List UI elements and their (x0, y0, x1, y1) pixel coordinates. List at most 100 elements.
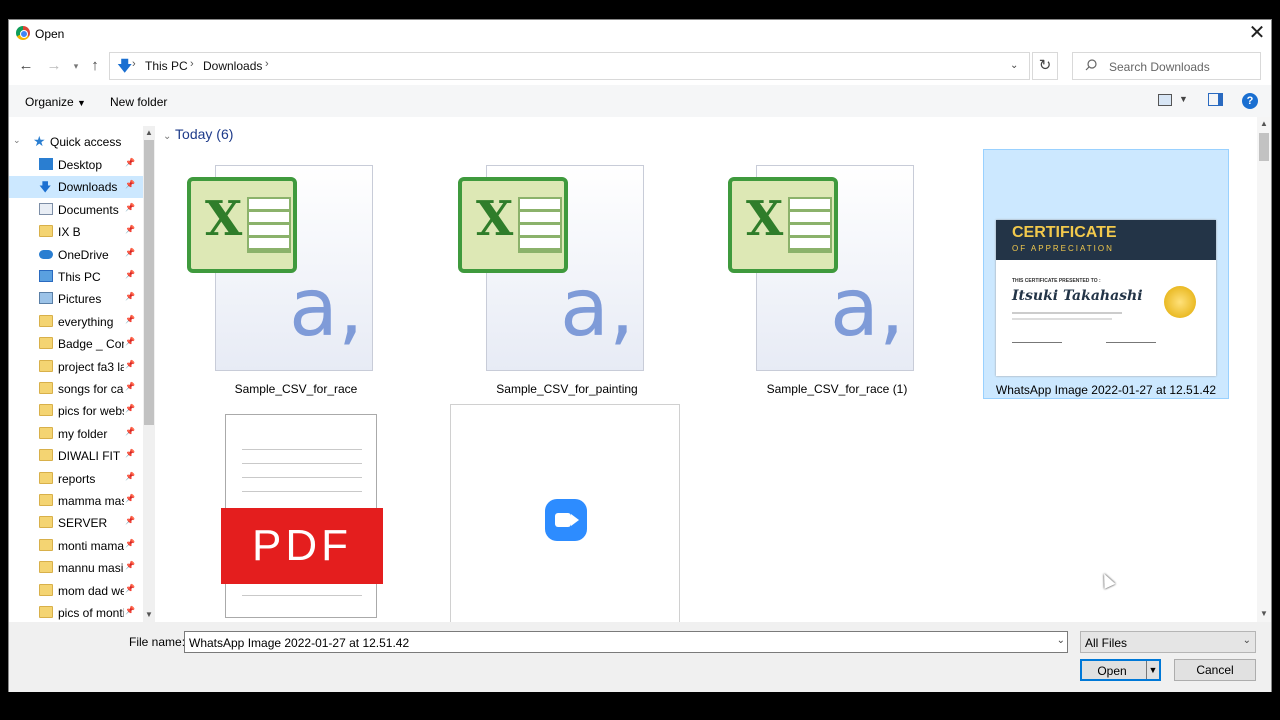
sidebar-item-label: everything (58, 314, 114, 329)
sidebar-item[interactable]: mamma mas 📌 (9, 490, 143, 512)
chevron-down-icon[interactable]: ⌄ (1057, 635, 1065, 646)
sidebar-item[interactable]: everything 📌 (9, 311, 143, 333)
computer-icon (39, 270, 53, 282)
sidebar-item[interactable]: IX B 📌 (9, 221, 143, 243)
open-button[interactable]: Open ▼ (1080, 659, 1161, 681)
chevron-down-icon[interactable]: ⌄ (1243, 635, 1251, 646)
file-name: WhatsApp Image 2022-01-27 at 12.51.42 (995, 383, 1217, 397)
sidebar-item[interactable]: Badge _ Com📌 (9, 333, 143, 355)
zoom-icon (545, 499, 587, 541)
pin-icon: 📌 (125, 359, 135, 369)
sidebar-item[interactable]: monti mama 📌 (9, 535, 143, 557)
sidebar-item-label: mom dad we (58, 583, 124, 598)
sidebar-item[interactable]: 🡇 Downloads 📌 (9, 176, 143, 199)
file-name-label: File name: (129, 635, 186, 649)
sidebar-item[interactable]: mannu masi 📌 (9, 557, 143, 579)
view-chevron-down-icon[interactable]: ▼ (1179, 94, 1188, 104)
file-type-select[interactable]: All Files ⌄ (1080, 631, 1256, 653)
sidebar-item-label: my folder (58, 426, 108, 441)
breadcrumb-downloads[interactable]: Downloads (203, 59, 262, 73)
pin-icon: 📌 (125, 606, 135, 615)
sidebar-item[interactable]: pics for webs 📌 (9, 400, 143, 422)
address-dropdown-chevron-icon[interactable]: ⌄ (1010, 60, 1018, 71)
scroll-up-icon[interactable]: ▲ (145, 128, 153, 137)
file-name-bar: File name: WhatsApp Image 2022-01-27 at … (9, 622, 1271, 692)
scroll-down-icon[interactable]: ▼ (145, 610, 153, 619)
file-name: Sample_CSV_for_race (1) (766, 382, 908, 396)
file-tile-pdf[interactable]: PDF (173, 402, 419, 652)
sidebar-item[interactable]: pics of monti 📌 (9, 602, 143, 622)
recent-locations-chevron-icon[interactable]: ▾ (67, 57, 85, 75)
divider (1012, 318, 1112, 320)
file-tile-csv[interactable]: X a, Sample_CSV_for_race (173, 149, 419, 399)
address-bar[interactable]: 🡇 › This PC › Downloads › ⌄ (109, 52, 1030, 80)
sidebar-item[interactable]: project fa3 lal 📌 (9, 356, 143, 378)
sidebar-scroll-thumb[interactable] (144, 140, 154, 425)
pictures-icon (39, 292, 53, 305)
breadcrumb-this-pc[interactable]: This PC (145, 59, 188, 73)
preview-pane-icon[interactable] (1208, 93, 1223, 106)
sidebar-item[interactable]: Pictures 📌 (9, 288, 143, 310)
refresh-button[interactable]: ↻ (1032, 52, 1058, 80)
sidebar-item[interactable]: mom dad we 📌 (9, 580, 143, 602)
sidebar-item[interactable]: SERVER 📌 (9, 512, 143, 534)
command-toolbar: Organize ▼ New folder ▼ ? (9, 85, 1271, 117)
sidebar-item-label: Downloads (58, 180, 118, 195)
sidebar-item-label: mannu masi (58, 561, 124, 576)
documents-icon (39, 202, 53, 215)
certificate-presented-text: THIS CERTIFICATE PRESENTED TO : (1012, 278, 1101, 284)
sidebar-item[interactable]: Desktop 📌 (9, 154, 143, 176)
file-tile-csv[interactable]: X a, Sample_CSV_for_painting (444, 149, 690, 399)
file-name-input[interactable]: WhatsApp Image 2022-01-27 at 12.51.42 ⌄ (184, 631, 1068, 653)
sidebar-item[interactable]: This PC 📌 (9, 266, 143, 288)
search-icon (1085, 59, 1097, 71)
sidebar-item[interactable]: reports 📌 (9, 468, 143, 490)
folder-icon (39, 314, 53, 327)
star-icon: ★ (33, 133, 46, 149)
cloud-icon (39, 249, 53, 259)
back-arrow-icon[interactable]: ← (17, 57, 35, 75)
chevron-down-icon[interactable]: ⌄ (13, 135, 21, 146)
pin-icon: 📌 (125, 449, 135, 459)
search-placeholder: Search Downloads (1109, 60, 1210, 74)
csv-glyph-icon: a, (560, 261, 635, 354)
main-scroll-thumb[interactable] (1259, 133, 1269, 161)
sidebar-item[interactable]: songs for car 📌 (9, 378, 143, 400)
folder-icon (39, 225, 53, 238)
help-icon[interactable]: ? (1242, 93, 1258, 109)
excel-icon: X (458, 177, 568, 273)
folder-icon (39, 426, 53, 439)
file-tile-zoom[interactable] (450, 404, 680, 624)
main-scrollbar[interactable]: ▲ ▼ (1257, 117, 1271, 622)
forward-arrow-icon[interactable]: → (45, 57, 63, 75)
scroll-up-icon[interactable]: ▲ (1260, 119, 1268, 128)
folder-icon (39, 359, 53, 372)
open-split-chevron-icon[interactable]: ▼ (1146, 661, 1159, 679)
sidebar-item-label: Pictures (58, 292, 102, 307)
close-button[interactable]: ✕ (1245, 23, 1269, 45)
file-tile-image-selected[interactable]: CERTIFICATE OF APPRECIATION THIS CERTIFI… (983, 149, 1229, 399)
view-options-icon[interactable] (1158, 94, 1172, 106)
up-arrow-icon[interactable]: ↑ (86, 57, 104, 75)
cancel-button[interactable]: Cancel (1174, 659, 1256, 681)
pin-icon: 📌 (125, 225, 135, 235)
organize-button[interactable]: Organize ▼ (25, 95, 86, 109)
desktop-icon (39, 158, 53, 170)
group-header[interactable]: ⌄ Today (6) (163, 126, 233, 142)
download-icon: 🡇 (39, 180, 52, 195)
search-box[interactable]: Search Downloads (1072, 52, 1261, 80)
sidebar-item[interactable]: DIWALI FIT PI📌 (9, 445, 143, 467)
new-folder-button[interactable]: New folder (110, 95, 167, 109)
pin-icon: 📌 (125, 494, 135, 503)
file-tile-csv[interactable]: X a, Sample_CSV_for_race (1) (714, 149, 960, 399)
file-name: Sample_CSV_for_painting (496, 382, 638, 396)
sidebar-scrollbar[interactable]: ▲ ▼ (143, 126, 155, 622)
sidebar-item-label: songs for car (58, 382, 124, 396)
pin-icon: 📌 (125, 247, 135, 257)
scroll-down-icon[interactable]: ▼ (1260, 609, 1268, 618)
sidebar-item[interactable]: my folder 📌 (9, 423, 143, 445)
sidebar-item[interactable]: OneDrive 📌 (9, 244, 143, 266)
sidebar-item[interactable]: Documents 📌 (9, 199, 143, 221)
folder-icon (39, 404, 53, 417)
sidebar-item-quick-access[interactable]: ⌄ ★ Quick access (9, 131, 143, 153)
